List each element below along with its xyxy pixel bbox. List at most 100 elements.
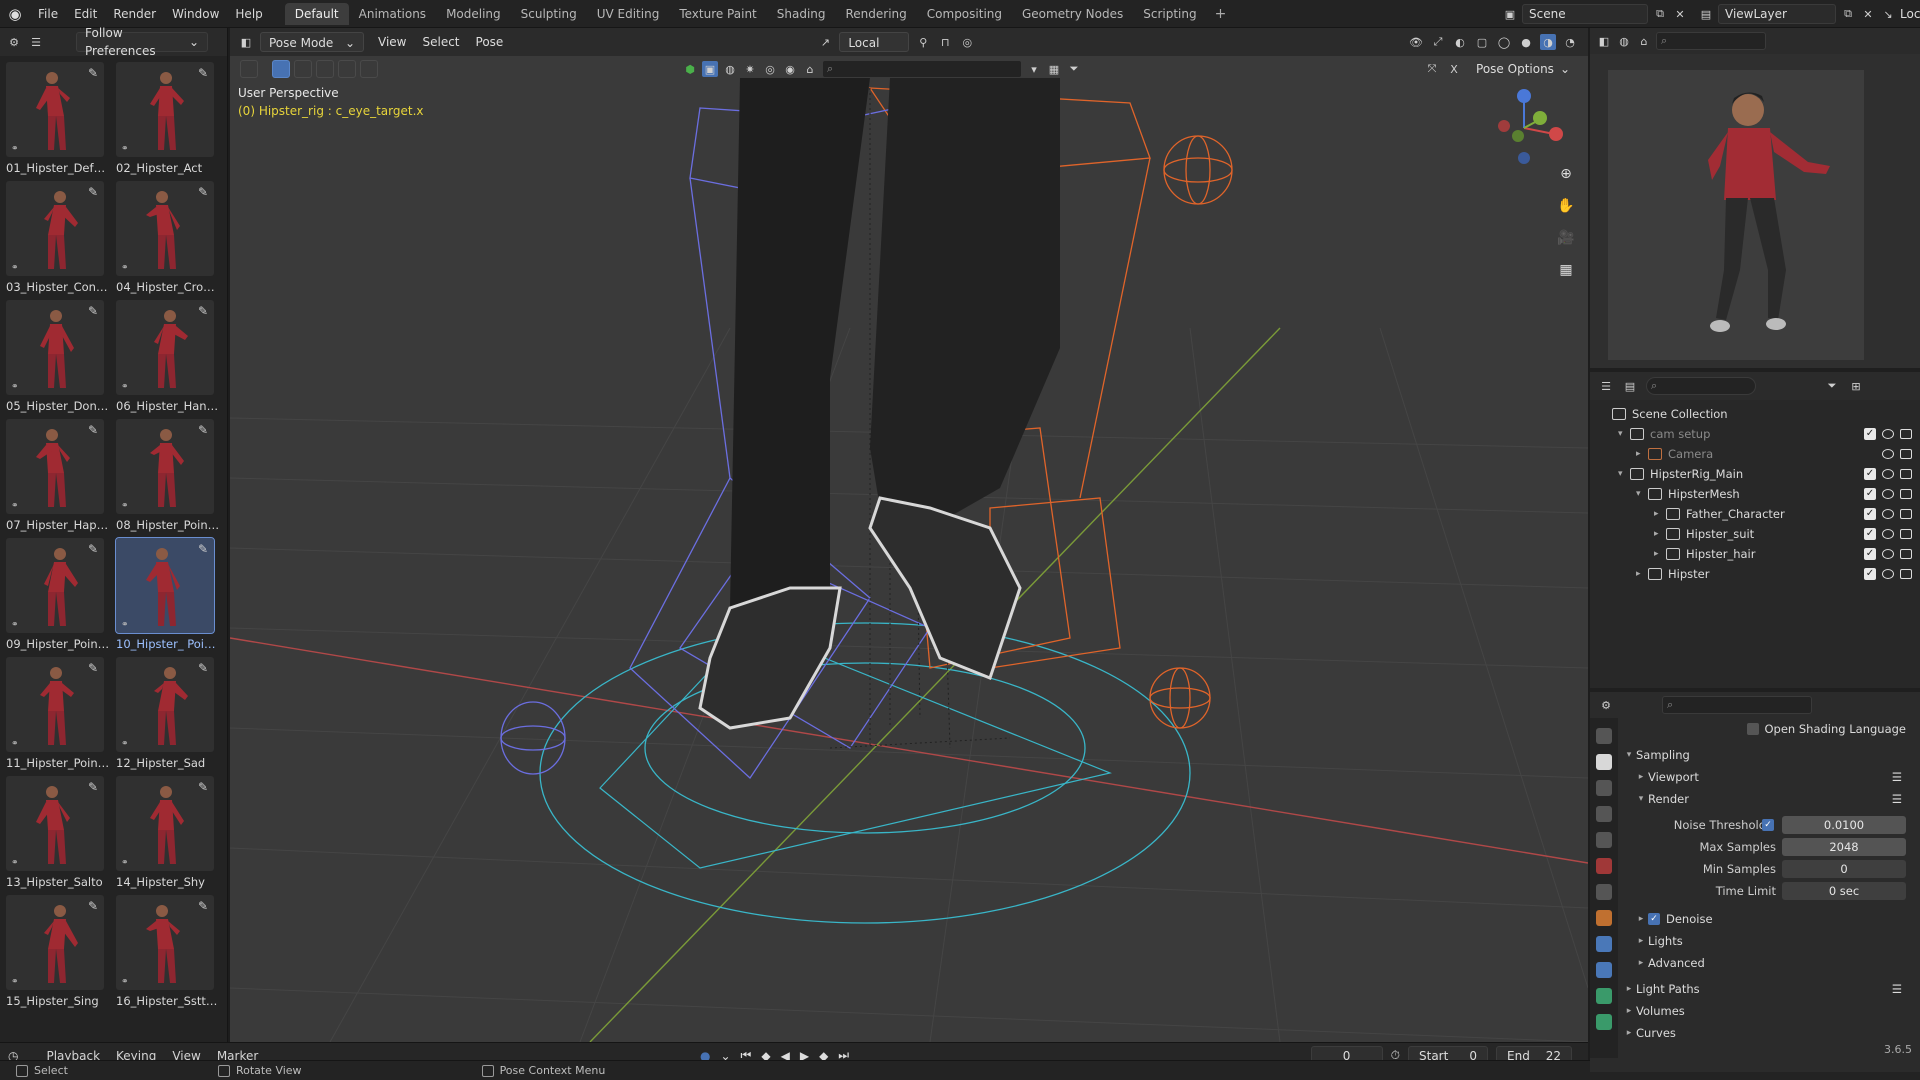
visibility-eye-icon[interactable]	[1882, 449, 1894, 459]
asset-thumbnail[interactable]: ✎ ⚭	[116, 895, 214, 990]
asset-item[interactable]: ✎ ⚭ 12_Hipster_Sad	[116, 657, 216, 776]
viewport-subpanel-header[interactable]: ▸ Viewport ☰	[1622, 766, 1916, 788]
heel-target-sphere-right[interactable]	[1149, 667, 1211, 729]
exclude-checkbox[interactable]: ✓	[1864, 428, 1876, 440]
edit-icon[interactable]: ✎	[198, 542, 208, 556]
bookmark-icon[interactable]: ▾	[1026, 61, 1042, 77]
expand-right-icon[interactable]: ▸	[1654, 549, 1666, 559]
tab-sculpting[interactable]: Sculpting	[511, 3, 587, 25]
viewport-menu-select[interactable]: Select	[414, 32, 467, 52]
local-truncated-label[interactable]: Loca	[1900, 7, 1920, 21]
edit-icon[interactable]: ✎	[198, 423, 208, 437]
asset-item[interactable]: ✎ ⚭ 16_Hipster_Sstt 01	[116, 895, 220, 1014]
camera-filter-icon[interactable]: ◎	[762, 61, 778, 77]
viewlayer-icon[interactable]: ▤	[1698, 6, 1714, 22]
outliner-row[interactable]: ▾ HipsterRig_Main ✓	[1590, 464, 1920, 484]
min-samples-field[interactable]: 0	[1782, 860, 1906, 878]
root-triangle-control[interactable]	[599, 627, 1112, 869]
scene-icon[interactable]: ▣	[1502, 6, 1518, 22]
asset-item[interactable]: ✎ ⚭ 09_Hipster_Pointi...	[6, 538, 110, 657]
tab-scripting[interactable]: Scripting	[1133, 3, 1206, 25]
bone-filter-icon[interactable]: ▣	[702, 61, 718, 77]
list-icon[interactable]: ☰	[1892, 982, 1902, 996]
wireframe-shading-icon[interactable]: ◯	[1496, 34, 1512, 50]
osl-checkbox[interactable]	[1746, 723, 1759, 735]
asset-thumbnail[interactable]: ✎ ⚭	[116, 657, 214, 752]
time-limit-field[interactable]: 0 sec	[1782, 882, 1906, 900]
exclude-checkbox[interactable]: ✓	[1864, 488, 1876, 500]
outliner-row[interactable]: ▸ Hipster_hair ✓	[1590, 544, 1920, 564]
visibility-eye-icon[interactable]	[1882, 549, 1894, 559]
filter-funnel-icon[interactable]: ⏷	[1824, 378, 1840, 394]
asset-thumbnail[interactable]: ✎ ⚭	[6, 895, 104, 990]
tool-tab-icon[interactable]	[1596, 728, 1612, 744]
asset-item[interactable]: ✎ ⚭ 01_Hipster_Default	[6, 62, 110, 181]
visibility-eye-icon[interactable]	[1882, 529, 1894, 539]
camera-view-icon[interactable]: 🎥	[1554, 226, 1578, 250]
tool-select-icon[interactable]	[240, 60, 258, 78]
pivot-icon[interactable]: ⚲	[915, 34, 931, 50]
denoise-subpanel-header[interactable]: ▸ ✓ Denoise	[1622, 908, 1916, 930]
material-shading-icon[interactable]: ◑	[1540, 34, 1556, 50]
osl-row[interactable]: Open Shading Language	[1622, 718, 1916, 740]
lights-subpanel-header[interactable]: ▸ Lights	[1622, 930, 1916, 952]
overlay-icon[interactable]: ◐	[1452, 34, 1468, 50]
sampling-panel-header[interactable]: ▾ Sampling	[1622, 744, 1916, 766]
noise-threshold-checkbox[interactable]: ✓	[1762, 819, 1774, 831]
remove-scene-icon[interactable]: ✕	[1672, 6, 1688, 22]
gizmo-icon[interactable]: ⤢	[1430, 34, 1446, 50]
zoom-icon[interactable]: ⊕	[1554, 162, 1578, 186]
edit-icon[interactable]: ✎	[88, 66, 98, 80]
advanced-subpanel-header[interactable]: ▸ Advanced	[1622, 952, 1916, 974]
asset-item[interactable]: ✎ ⚭ 08_Hipster_Pointi...	[116, 419, 220, 538]
menu-help[interactable]: Help	[227, 0, 270, 28]
exclude-checkbox[interactable]: ✓	[1864, 568, 1876, 580]
viewport-menu-view[interactable]: View	[370, 32, 414, 52]
tab-modeling[interactable]: Modeling	[436, 3, 511, 25]
asset-item[interactable]: ✎ ⚭ 11_Hipster_Pointi...	[6, 657, 110, 776]
select-invert-icon[interactable]	[338, 60, 356, 78]
edit-icon[interactable]: ✎	[88, 899, 98, 913]
output-tab-icon[interactable]	[1596, 780, 1612, 796]
knee-target-sphere-right[interactable]	[1163, 135, 1233, 205]
expand-right-icon[interactable]: ▸	[1636, 449, 1648, 459]
asset-thumbnail[interactable]: ✎ ⚭	[6, 181, 104, 276]
exclude-checkbox[interactable]: ✓	[1864, 548, 1876, 560]
root-control-circle[interactable]	[539, 622, 1191, 924]
display-mode-icon[interactable]: ▤	[1622, 378, 1638, 394]
library-dropdown[interactable]: Follow Preferences ⌄	[76, 26, 208, 58]
edit-icon[interactable]: ✎	[198, 304, 208, 318]
edit-icon[interactable]: ✎	[88, 304, 98, 318]
outliner-row[interactable]: ▸ Hipster ✓	[1590, 564, 1920, 584]
x-mirror-icon[interactable]: X	[1446, 61, 1462, 77]
expand-down-icon[interactable]: ▾	[1636, 489, 1648, 499]
denoise-checkbox[interactable]: ✓	[1648, 913, 1660, 925]
asset-thumbnail[interactable]: ✎ ⚭	[116, 776, 214, 871]
outliner-row[interactable]: ▾ cam setup ✓	[1590, 424, 1920, 444]
asset-thumbnail[interactable]: ✎ ⚭	[6, 538, 104, 633]
edit-icon[interactable]: ✎	[198, 899, 208, 913]
asset-thumbnail[interactable]: ✎ ⚭	[116, 300, 214, 395]
expand-right-icon[interactable]: ▸	[1654, 529, 1666, 539]
tab-geometry-nodes[interactable]: Geometry Nodes	[1012, 3, 1133, 25]
edit-icon[interactable]: ✎	[88, 185, 98, 199]
3d-viewport[interactable]: ◧ Pose Mode ⌄ View Select Pose ↗ Local ⚲ ⊓ …	[230, 28, 1588, 1042]
editor-type-icon[interactable]: ☰	[1598, 378, 1614, 394]
camera-search-input[interactable]: ⌕	[1656, 32, 1766, 50]
render-icon[interactable]: ⌂	[1636, 33, 1652, 49]
edit-icon[interactable]: ✎	[88, 780, 98, 794]
asset-thumbnail[interactable]: ✎ ⚭	[116, 62, 214, 157]
edit-icon[interactable]: ✎	[88, 423, 98, 437]
asset-thumbnail[interactable]: ✎ ⚭	[116, 419, 214, 514]
render-tab-icon[interactable]	[1596, 754, 1612, 770]
shading-icon[interactable]: ◍	[1616, 33, 1632, 49]
filter-funnel-icon[interactable]: ⏷	[1066, 61, 1082, 77]
new-scene-icon[interactable]: ⧉	[1652, 6, 1668, 22]
remove-viewlayer-icon[interactable]: ✕	[1860, 6, 1876, 22]
asset-thumbnail[interactable]: ✎ ⚭	[6, 776, 104, 871]
sphere-filter-icon[interactable]: ◍	[722, 61, 738, 77]
visibility-eye-icon[interactable]	[1882, 429, 1894, 439]
render-camera-icon[interactable]	[1900, 469, 1912, 479]
blender-logo-icon[interactable]: ◉	[0, 0, 30, 28]
tab-shading[interactable]: Shading	[767, 3, 836, 25]
